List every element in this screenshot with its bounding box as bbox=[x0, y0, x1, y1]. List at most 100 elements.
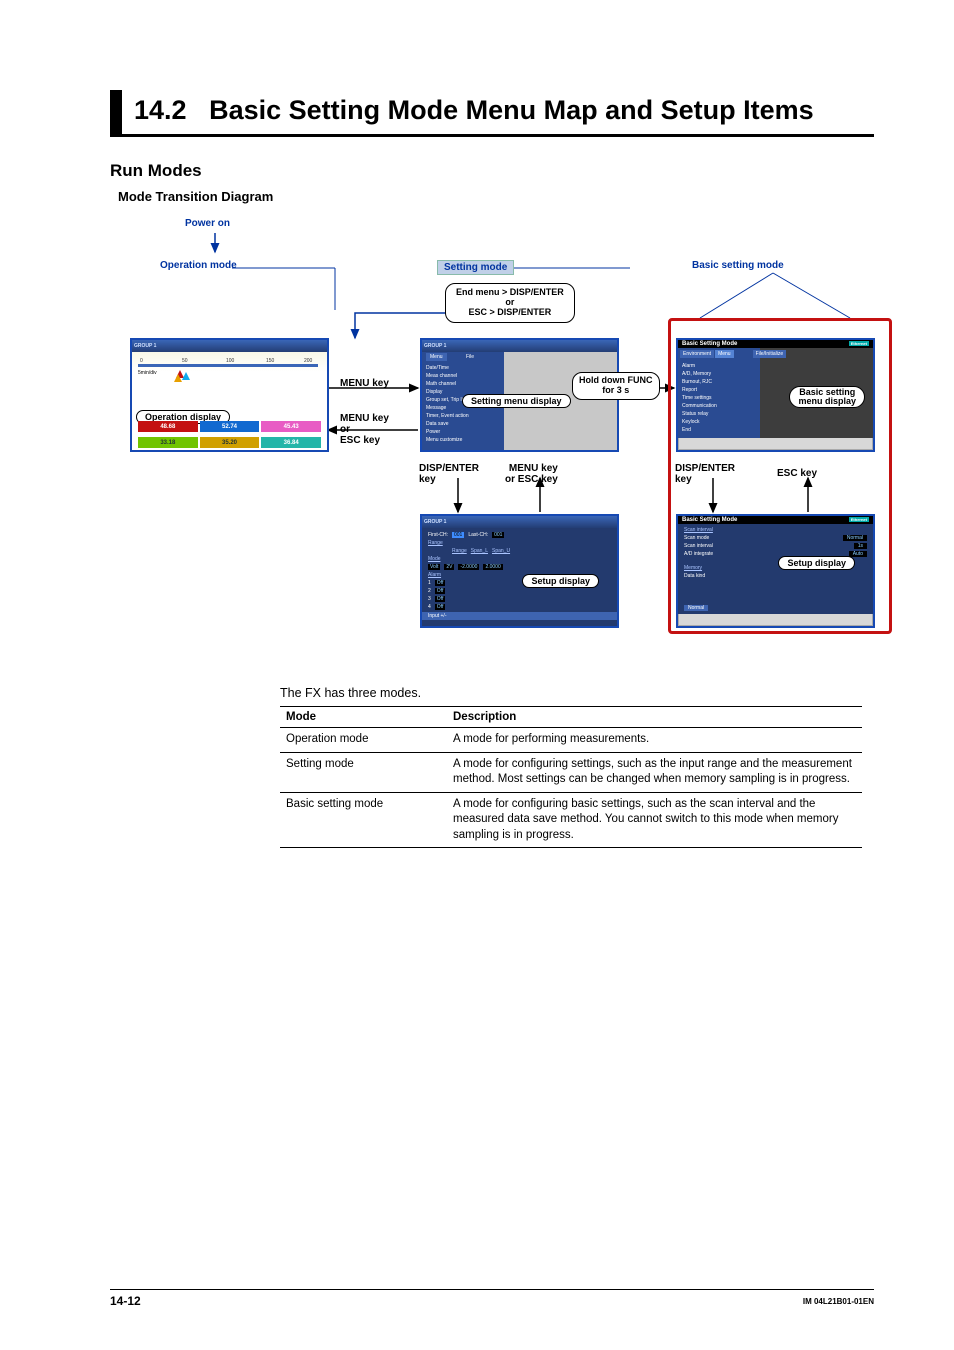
hold-func-pill: Hold down FUNC for 3 s bbox=[572, 372, 660, 400]
op-title: GROUP 1 bbox=[134, 343, 156, 349]
input-row: Input +/- bbox=[422, 612, 617, 620]
svg-text:100: 100 bbox=[226, 358, 235, 364]
mode-transition-diagram: Power on Operation mode Setting mode Bas… bbox=[130, 218, 890, 678]
setup-display-screenshot: GROUP 1 First-CH: 001 Last-CH: 001 Range… bbox=[420, 514, 619, 628]
intro-text: The FX has three modes. bbox=[280, 686, 874, 700]
table-header-desc: Description bbox=[447, 707, 862, 728]
bs-row: Data kind bbox=[684, 573, 705, 579]
menu-tab-2: File bbox=[462, 353, 478, 361]
last-ch-label: Last-CH: bbox=[468, 532, 488, 538]
basic-setup-display-screenshot: Basic Setting Mode Ethernet Scan interva… bbox=[676, 514, 875, 628]
basic-setup-hdr: Basic Setting Mode bbox=[682, 517, 737, 523]
val: 2.0000 bbox=[483, 564, 502, 570]
page-footer: 14-12 IM 04L21B01-01EN bbox=[110, 1289, 874, 1308]
operation-mode-label: Operation mode bbox=[160, 260, 237, 271]
menu-item: Data save bbox=[426, 420, 501, 428]
basic-item: A/D, Memory bbox=[682, 370, 757, 378]
end-menu-line2: ESC > DISP/ENTER bbox=[456, 308, 564, 318]
basic-item: Keylock bbox=[682, 418, 757, 426]
basic-item: Alarm bbox=[682, 362, 757, 370]
menu-item: Math channel bbox=[426, 380, 501, 388]
basic-item: End bbox=[682, 426, 757, 434]
svg-text:50: 50 bbox=[182, 358, 188, 364]
heading-bar bbox=[110, 90, 122, 134]
table-cell: Basic setting mode bbox=[280, 792, 447, 848]
val: 2V bbox=[444, 564, 454, 570]
setup-display-oval-1: Setup display bbox=[522, 574, 599, 588]
power-on-label: Power on bbox=[185, 218, 230, 229]
setup-display-oval-2: Setup display bbox=[778, 556, 855, 570]
section-number: 14.2 bbox=[134, 95, 187, 125]
first-ch-val: 001 bbox=[452, 532, 464, 538]
last-ch-val: 001 bbox=[492, 532, 504, 538]
menu-item: Power bbox=[426, 428, 501, 436]
mode-val: Volt bbox=[428, 564, 440, 570]
menu-esc-down-label: MENU key or ESC key bbox=[340, 413, 389, 446]
bs-val: Normal bbox=[843, 535, 867, 541]
mode-transition-heading: Mode Transition Diagram bbox=[118, 189, 874, 204]
section-heading: 14.2 Basic Setting Mode Menu Map and Set… bbox=[110, 90, 874, 137]
basic-tab: Environment bbox=[680, 350, 714, 358]
menu-titlebar: GROUP 1 bbox=[424, 343, 446, 349]
table-cell: Operation mode bbox=[280, 728, 447, 753]
table-cell: A mode for performing measurements. bbox=[447, 728, 862, 753]
col: Span_U bbox=[492, 548, 510, 554]
esc-key-label: ESC key bbox=[777, 468, 817, 479]
menu-tab-1: Menu bbox=[426, 353, 447, 361]
disp-enter-key-label-1: DISP/ENTER key bbox=[419, 463, 479, 485]
range-hdr: Range bbox=[422, 539, 617, 547]
basic-setup-footer: Normal bbox=[684, 605, 708, 611]
bs-val: 1s bbox=[854, 543, 867, 549]
bs-row: Scan interval bbox=[684, 543, 713, 549]
basic-setting-mode-label: Basic setting mode bbox=[692, 260, 784, 271]
menu-esc-right-label: MENU key or ESC key bbox=[505, 463, 558, 485]
op-scale: 5min/div bbox=[138, 370, 157, 376]
disp-enter-key-label-2: DISP/ENTER key bbox=[675, 463, 735, 485]
op-val-5: 35.20 bbox=[200, 437, 260, 448]
table-row: Setting mode A mode for configuring sett… bbox=[280, 752, 862, 792]
op-val-4: 33.18 bbox=[138, 437, 198, 448]
table-row: Operation mode A mode for performing mea… bbox=[280, 728, 862, 753]
table-header-mode: Mode bbox=[280, 707, 447, 728]
bs-row: Scan interval bbox=[684, 527, 713, 533]
bs-row: Memory bbox=[684, 565, 702, 571]
document-id: IM 04L21B01-01EN bbox=[803, 1297, 874, 1306]
basic-tab: Menu bbox=[715, 350, 734, 358]
basic-item: Report bbox=[682, 386, 757, 394]
op-val-1: 48.68 bbox=[138, 421, 198, 432]
table-cell: A mode for configuring basic settings, s… bbox=[447, 792, 862, 848]
setting-mode-label: Setting mode bbox=[437, 260, 514, 275]
svg-text:200: 200 bbox=[304, 358, 313, 364]
bs-row: A/D integrate bbox=[684, 551, 713, 557]
modes-table: Mode Description Operation mode A mode f… bbox=[280, 706, 862, 848]
setup-titlebar: GROUP 1 bbox=[424, 519, 446, 525]
basic-tab: File/Initialize bbox=[753, 350, 787, 358]
menu-item: Meas channel bbox=[426, 372, 501, 380]
svg-text:150: 150 bbox=[266, 358, 275, 364]
table-cell: A mode for configuring settings, such as… bbox=[447, 752, 862, 792]
col: Range bbox=[452, 548, 467, 554]
gauge-chart: 0 50 100 150 200 5min/div bbox=[138, 356, 318, 398]
first-ch-label: First-CH: bbox=[428, 532, 448, 538]
basic-item: Time settings bbox=[682, 394, 757, 402]
setting-menu-display-oval: Setting menu display bbox=[462, 394, 571, 408]
basic-item: Burnout, RJC bbox=[682, 378, 757, 386]
menu-item: Timer, Event action bbox=[426, 412, 501, 420]
val: -2.0000 bbox=[458, 564, 479, 570]
menu-item: Menu customize bbox=[426, 436, 501, 444]
basic-hdr: Basic Setting Mode bbox=[682, 341, 737, 347]
op-val-2: 52.74 bbox=[200, 421, 260, 432]
run-modes-heading: Run Modes bbox=[110, 161, 874, 181]
table-cell: Setting mode bbox=[280, 752, 447, 792]
op-val-3: 45.43 bbox=[261, 421, 321, 432]
page-number: 14-12 bbox=[110, 1294, 141, 1308]
ethernet-tag-2: Ethernet bbox=[849, 517, 869, 522]
ethernet-tag: Ethernet bbox=[849, 341, 869, 346]
op-val-6: 36.84 bbox=[261, 437, 321, 448]
basic-setting-menu-display-oval: Basic setting menu display bbox=[789, 386, 865, 408]
operation-display-screenshot: GROUP 1 0 50 100 150 200 5min/div Operat… bbox=[130, 338, 329, 452]
menu-key-right-label: MENU key bbox=[340, 378, 389, 389]
section-title: Basic Setting Mode Menu Map and Setup It… bbox=[209, 95, 814, 125]
table-row: Basic setting mode A mode for configurin… bbox=[280, 792, 862, 848]
end-menu-pill: End menu > DISP/ENTER or ESC > DISP/ENTE… bbox=[445, 283, 575, 323]
